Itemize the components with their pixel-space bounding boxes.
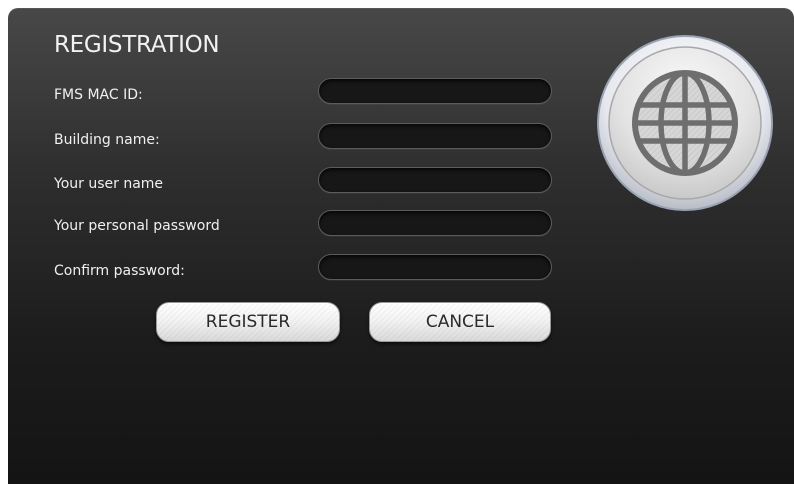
user-name-label: Your user name <box>54 176 164 192</box>
building-name-input[interactable] <box>318 123 552 149</box>
personal-password-input[interactable] <box>318 210 552 236</box>
globe-emblem <box>596 34 774 212</box>
registration-dialog: REGISTRATION FMS MAC ID: Building name: … <box>8 8 794 484</box>
confirm-password-label: Confirm password: <box>54 263 185 279</box>
personal-password-label: Your personal password <box>54 218 220 234</box>
dialog-title: REGISTRATION <box>54 32 220 58</box>
fms-mac-id-label: FMS MAC ID: <box>54 87 143 103</box>
building-name-label: Building name: <box>54 132 160 148</box>
globe-icon <box>597 35 773 211</box>
confirm-password-input[interactable] <box>318 254 552 280</box>
register-button[interactable]: REGISTER <box>156 302 340 342</box>
fms-mac-id-input[interactable] <box>318 78 552 104</box>
user-name-input[interactable] <box>318 167 552 193</box>
cancel-button[interactable]: CANCEL <box>369 302 551 342</box>
